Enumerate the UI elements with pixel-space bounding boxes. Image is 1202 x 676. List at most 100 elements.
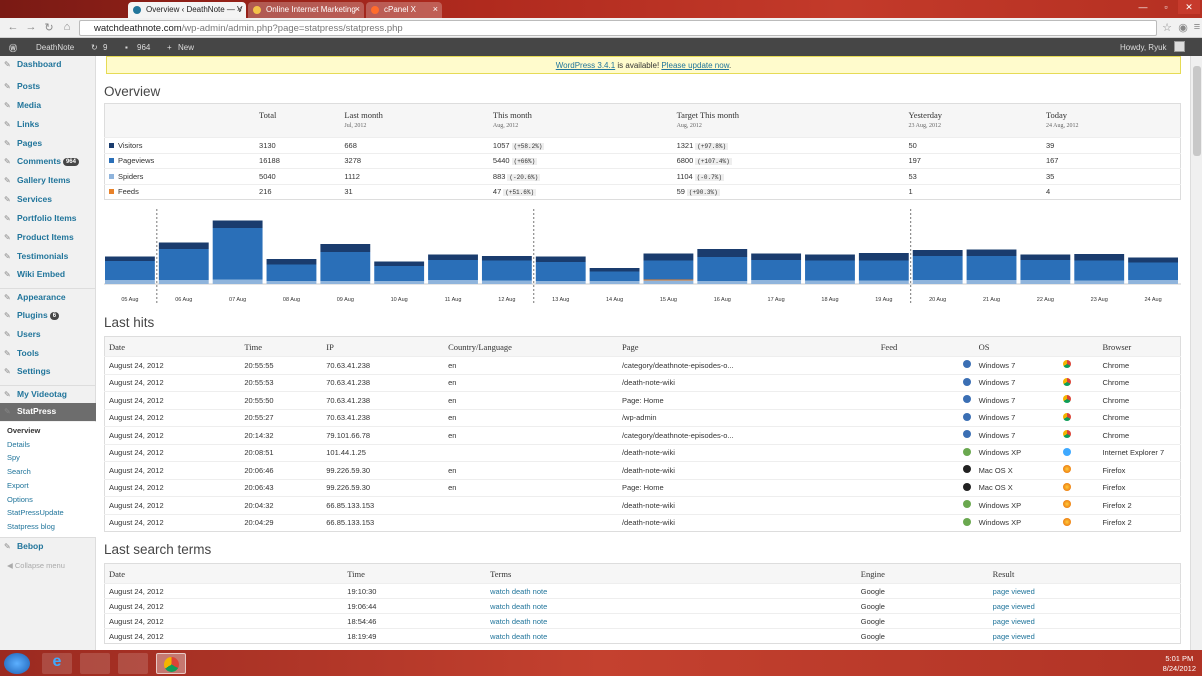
pin-icon: ✎ xyxy=(4,195,11,204)
sidebar-item-plugins[interactable]: ✎ Plugins 6 xyxy=(0,307,96,325)
result-link[interactable]: page viewed xyxy=(993,617,1035,626)
submenu-item[interactable]: Options xyxy=(0,493,96,507)
ip-cell: 99.226.59.30 xyxy=(322,478,445,497)
submenu-item[interactable]: Search xyxy=(0,465,96,479)
updates-icon[interactable]: ↻ xyxy=(91,43,98,52)
overview-column-header: Today 24 Aug, 2012 xyxy=(1041,103,1181,138)
home-icon[interactable]: ⌂ xyxy=(60,21,74,33)
sidebar-item-users[interactable]: ✎ Users xyxy=(0,326,96,344)
sidebar-item-posts[interactable]: ✎ Posts xyxy=(0,78,96,96)
x-tick-label: 08 Aug xyxy=(283,297,300,303)
pin-icon: ✎ xyxy=(4,176,11,185)
reload-icon[interactable]: ↻ xyxy=(42,21,56,34)
sidebar-item-appearance[interactable]: ✎ Appearance xyxy=(0,288,96,306)
close-window-button[interactable]: ✕ xyxy=(1178,0,1200,14)
x-tick-label: 14 Aug xyxy=(606,297,623,303)
sidebar-item-statpress[interactable]: ✎ StatPress xyxy=(0,403,96,421)
sidebar-item-bebop[interactable]: ✎ Bebop xyxy=(0,537,96,555)
sidebar-item-pages[interactable]: ✎ Pages xyxy=(0,135,96,153)
page-scrollbar[interactable] xyxy=(1190,56,1202,650)
sidebar-item-tools[interactable]: ✎ Tools xyxy=(0,345,96,363)
time-cell: 20:55:55 xyxy=(240,356,323,374)
engine-cell: Google xyxy=(856,598,989,614)
terms-cell: watch death note xyxy=(486,598,857,614)
comments-icon[interactable]: ▪ xyxy=(125,43,128,52)
sidebar-item-wiki-embed[interactable]: ✎ Wiki Embed xyxy=(0,266,96,284)
comments-count[interactable]: 964 xyxy=(137,43,150,52)
win7-icon xyxy=(962,360,971,369)
submenu-item[interactable]: Spy xyxy=(0,451,96,465)
start-button[interactable] xyxy=(4,653,30,674)
search-term-link[interactable]: watch death note xyxy=(490,602,547,611)
bookmark-star-icon[interactable]: ☆ xyxy=(1160,21,1174,34)
wordpress-version-link[interactable]: WordPress 3.4.1 xyxy=(556,61,615,70)
submenu-item[interactable]: StatPressUpdate xyxy=(0,506,96,520)
bar-spiders xyxy=(858,280,909,284)
bar-pageviews xyxy=(105,261,155,280)
extension-icon[interactable]: ◉ xyxy=(1176,21,1190,34)
site-name-link[interactable]: DeathNote xyxy=(36,43,74,52)
avatar[interactable] xyxy=(1174,41,1185,52)
sidebar-item-label: Settings xyxy=(17,366,51,376)
system-clock[interactable]: 5:01 PM 8/24/2012 xyxy=(1163,654,1196,674)
tab-overview[interactable]: Overview ‹ DeathNote — V × xyxy=(128,2,246,18)
wordpress-logo-icon[interactable]: Ⓦ xyxy=(9,43,17,54)
sidebar-item-product-items[interactable]: ✎ Product Items xyxy=(0,229,96,247)
date-cell: August 24, 2012 xyxy=(104,461,241,479)
wrench-icon[interactable]: ≡ xyxy=(1190,21,1202,33)
forward-icon[interactable]: → xyxy=(24,21,38,33)
percent-change: (+97.8%) xyxy=(695,142,729,150)
close-icon[interactable]: × xyxy=(237,4,242,14)
submenu-item[interactable]: Overview xyxy=(0,424,96,438)
app-icon[interactable] xyxy=(118,653,148,674)
tab-marketing[interactable]: Online Internet Marketing × xyxy=(248,2,364,18)
chrome-taskbar-icon[interactable] xyxy=(156,653,186,674)
time-cell: 20:14:32 xyxy=(240,426,323,444)
update-notice: WordPress 3.4.1 is available! Please upd… xyxy=(106,56,1181,74)
submenu-item[interactable]: Statpress blog xyxy=(0,520,96,534)
howdy-user[interactable]: Howdy, Ryuk xyxy=(1120,43,1167,52)
back-icon[interactable]: ← xyxy=(6,21,20,33)
table-row: August 24, 2012 20:55:55 70.63.41.238 en/ca… xyxy=(104,356,1181,374)
result-link[interactable]: page viewed xyxy=(993,602,1035,611)
update-now-link[interactable]: Please update now xyxy=(661,61,729,70)
search-terms-table: Date Time Terms Engine Result August 24, 201… xyxy=(104,563,1181,644)
tab-cpanel[interactable]: cPanel X × xyxy=(366,2,442,18)
sidebar-item-services[interactable]: ✎ Services xyxy=(0,191,96,209)
bar-spiders xyxy=(535,281,586,284)
sidebar-item-testimonials[interactable]: ✎ Testimonials xyxy=(0,248,96,266)
url-input[interactable]: watchdeathnote.com/wp-admin/admin.php?pa… xyxy=(79,20,1157,36)
submenu-item[interactable]: Export xyxy=(0,479,96,493)
close-icon[interactable]: × xyxy=(433,4,438,14)
explorer-icon[interactable] xyxy=(80,653,110,674)
submenu-item[interactable]: Details xyxy=(0,438,96,452)
updates-count[interactable]: 9 xyxy=(103,43,107,52)
sidebar-item-settings[interactable]: ✎ Settings xyxy=(0,363,96,381)
sidebar-item-gallery-items[interactable]: ✎ Gallery Items xyxy=(0,172,96,190)
ie-icon[interactable]: e xyxy=(42,653,72,674)
bar-feeds xyxy=(643,279,694,281)
search-term-link[interactable]: watch death note xyxy=(490,632,547,641)
collapse-menu-button[interactable]: ◀ Collapse menu xyxy=(0,559,96,573)
sidebar-item-links[interactable]: ✎ Links xyxy=(0,116,96,134)
bar-visitors xyxy=(966,249,1017,256)
minimize-button[interactable]: — xyxy=(1132,0,1154,14)
scrollbar-thumb[interactable] xyxy=(1193,66,1201,156)
new-link[interactable]: New xyxy=(178,43,194,52)
maximize-button[interactable]: ▫ xyxy=(1155,0,1177,14)
last-month-cell: 3278 xyxy=(340,152,489,169)
search-term-link[interactable]: watch death note xyxy=(490,617,547,626)
value: 47 xyxy=(492,187,502,197)
sidebar-item-my-videotag[interactable]: ✎ My Videotag xyxy=(0,385,96,403)
sidebar-item-label: StatPress xyxy=(17,406,57,416)
result-link[interactable]: page viewed xyxy=(993,587,1035,596)
wiki-icon: ✎ xyxy=(4,270,11,279)
sidebar-item-portfolio-items[interactable]: ✎ Portfolio Items xyxy=(0,210,96,228)
plus-icon[interactable]: + xyxy=(167,43,172,52)
close-icon[interactable]: × xyxy=(355,4,360,14)
sidebar-item-media[interactable]: ✎ Media xyxy=(0,97,96,115)
result-link[interactable]: page viewed xyxy=(993,632,1035,641)
sidebar-item-comments[interactable]: ✎ Comments 964 xyxy=(0,153,96,171)
sidebar-item-dashboard[interactable]: ✎ Dashboard xyxy=(0,56,96,74)
search-term-link[interactable]: watch death note xyxy=(490,587,547,596)
